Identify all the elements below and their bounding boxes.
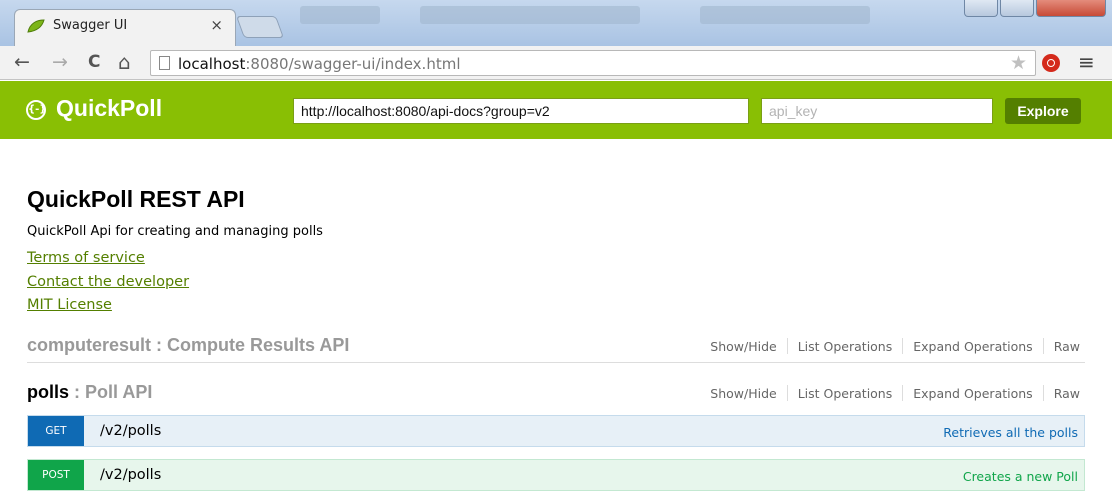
browser-menu-icon[interactable]: ≡ — [1078, 50, 1095, 74]
api-key-input[interactable] — [761, 98, 993, 124]
expand-operations-link[interactable]: Expand Operations — [913, 339, 1032, 354]
browser-tab[interactable]: Swagger UI × — [14, 9, 236, 47]
license-link[interactable]: MIT License — [27, 297, 112, 313]
bookmark-star-icon[interactable]: ★ — [1010, 52, 1027, 74]
url-text: localhost:8080/swagger-ui/index.html — [178, 55, 461, 73]
api-title: QuickPoll REST API — [27, 186, 245, 212]
forward-arrow-icon[interactable]: → — [52, 51, 68, 73]
raw-link[interactable]: Raw — [1054, 386, 1080, 401]
new-tab-button[interactable] — [235, 16, 285, 38]
swagger-header: {-} QuickPoll Explore — [0, 81, 1112, 139]
http-method-badge[interactable]: GET — [28, 416, 84, 446]
extension-icon[interactable] — [1042, 54, 1060, 72]
http-method-badge[interactable]: POST — [28, 460, 84, 490]
resource-title[interactable]: polls : Poll API — [27, 382, 152, 403]
maximize-window-button[interactable] — [1000, 0, 1034, 17]
operation-path[interactable]: /v2/polls — [100, 423, 161, 439]
browser-tab-strip: Swagger UI × — [0, 0, 1112, 47]
tab-title: Swagger UI — [53, 18, 128, 33]
resource-actions: Show/Hide List Operations Expand Operation… — [710, 385, 1080, 401]
operation-summary[interactable]: Retrieves all the polls — [943, 425, 1078, 440]
divider — [902, 338, 904, 354]
swagger-logo-icon: {-} — [26, 100, 46, 120]
operation-summary[interactable]: Creates a new Poll — [963, 469, 1078, 484]
api-description: QuickPoll Api for creating and managing … — [27, 224, 323, 239]
list-operations-link[interactable]: List Operations — [798, 386, 893, 401]
divider — [1042, 338, 1044, 354]
swagger-leaf-icon — [27, 19, 45, 33]
home-icon[interactable]: ⌂ — [118, 51, 131, 73]
minimize-window-button[interactable] — [964, 0, 998, 17]
tab-close-icon[interactable]: × — [210, 16, 223, 34]
reload-icon[interactable]: C — [88, 51, 100, 73]
terms-of-service-link[interactable]: Terms of service — [27, 250, 145, 266]
background-window-blur — [420, 6, 640, 24]
app-logo-title[interactable]: QuickPoll — [56, 95, 162, 122]
browser-toolbar: ← → C ⌂ localhost:8080/swagger-ui/index.… — [0, 46, 1112, 80]
operation-path[interactable]: /v2/polls — [100, 467, 161, 483]
expand-operations-link[interactable]: Expand Operations — [913, 386, 1032, 401]
discovery-url-input[interactable] — [293, 98, 749, 124]
raw-link[interactable]: Raw — [1054, 339, 1080, 354]
explore-button[interactable]: Explore — [1005, 98, 1081, 124]
background-window-blur — [300, 6, 380, 24]
page-icon — [159, 56, 170, 70]
list-operations-link[interactable]: List Operations — [798, 339, 893, 354]
background-window-blur — [700, 6, 870, 24]
close-window-button[interactable] — [1036, 0, 1106, 17]
divider — [1042, 385, 1044, 401]
show-hide-link[interactable]: Show/Hide — [710, 339, 776, 354]
divider — [902, 385, 904, 401]
operation-get-polls[interactable]: GET /v2/polls Retrieves all the polls — [27, 415, 1085, 447]
operation-post-polls[interactable]: POST /v2/polls Creates a new Poll — [27, 459, 1085, 491]
resource-actions: Show/Hide List Operations Expand Operation… — [710, 338, 1080, 354]
contact-developer-link[interactable]: Contact the developer — [27, 274, 189, 290]
show-hide-link[interactable]: Show/Hide — [710, 386, 776, 401]
resource-computeresult: computeresult : Compute Results API Show… — [27, 333, 1085, 363]
divider — [786, 338, 788, 354]
address-bar[interactable]: localhost:8080/swagger-ui/index.html ★ — [150, 50, 1036, 76]
back-arrow-icon[interactable]: ← — [14, 51, 30, 73]
resource-title[interactable]: computeresult : Compute Results API — [27, 335, 349, 356]
divider — [786, 385, 788, 401]
resource-polls: polls : Poll API Show/Hide List Operation… — [27, 380, 1085, 410]
